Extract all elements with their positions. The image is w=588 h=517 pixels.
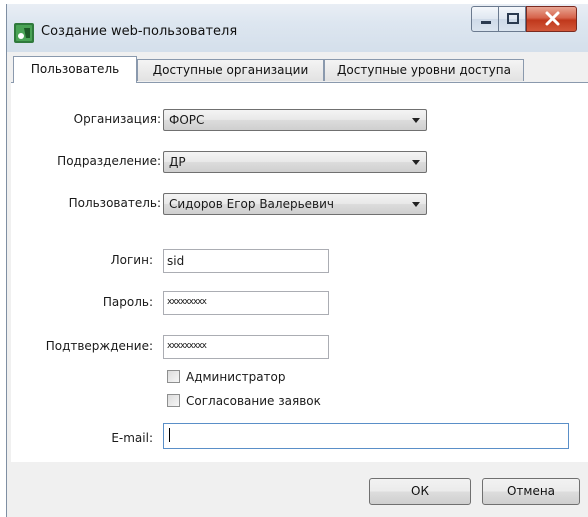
dialog-window: Создание web-пользователя Пользователь Д… [6, 4, 588, 517]
ok-button[interactable]: ОК [369, 478, 471, 505]
chevron-down-icon [412, 118, 420, 123]
approval-checkbox-row[interactable]: Согласование заявок [167, 393, 367, 409]
confirm-password-input[interactable]: xxxxxxxxx [163, 335, 329, 359]
dialog-footer: ОК Отмена [7, 462, 588, 517]
department-value: ДР [169, 155, 186, 169]
admin-checkbox-label: Администратор [186, 370, 286, 384]
cancel-button[interactable]: Отмена [482, 478, 580, 505]
login-input[interactable]: sid [163, 249, 329, 273]
organization-combo[interactable]: ФОРС [163, 109, 427, 131]
maximize-button[interactable] [498, 6, 526, 32]
password-input[interactable]: xxxxxxxxx [163, 291, 329, 315]
admin-checkbox-row[interactable]: Администратор [167, 369, 327, 385]
tab-available-organizations[interactable]: Доступные организации [137, 59, 324, 81]
app-icon [13, 22, 35, 44]
window-title: Создание web-пользователя [41, 24, 238, 39]
close-icon [545, 11, 560, 26]
text-caret [169, 428, 170, 442]
user-label: Пользователь: [68, 196, 161, 210]
confirm-password-label: Подтверждение: [45, 339, 153, 353]
title-bar[interactable]: Создание web-пользователя [7, 4, 588, 52]
maximize-icon [507, 13, 519, 24]
email-label: E-mail: [111, 431, 153, 445]
tab-strip: Пользователь Доступные организации Досту… [7, 56, 588, 84]
department-combo[interactable]: ДР [163, 151, 427, 173]
minimize-button[interactable] [471, 6, 499, 32]
email-input[interactable] [163, 423, 569, 449]
organization-value: ФОРС [169, 113, 205, 127]
tab-available-access-levels[interactable]: Доступные уровни доступа [324, 59, 524, 81]
user-value: Сидоров Егор Валерьевич [169, 197, 334, 211]
organization-label: Организация: [73, 112, 161, 126]
department-label: Подразделение: [57, 154, 161, 168]
tab-user[interactable]: Пользователь [13, 56, 137, 83]
chevron-down-icon [412, 202, 420, 207]
close-button[interactable] [526, 6, 577, 32]
user-combo[interactable]: Сидоров Егор Валерьевич [163, 193, 427, 215]
approval-checkbox-label: Согласование заявок [186, 394, 321, 408]
minimize-icon [481, 21, 491, 24]
chevron-down-icon [412, 160, 420, 165]
user-tab-panel: Организация: ФОРС Подразделение: ДР Поль… [11, 82, 588, 462]
admin-checkbox[interactable] [167, 370, 180, 383]
approval-checkbox[interactable] [167, 394, 180, 407]
login-label: Логин: [110, 253, 153, 267]
password-label: Пароль: [102, 295, 153, 309]
